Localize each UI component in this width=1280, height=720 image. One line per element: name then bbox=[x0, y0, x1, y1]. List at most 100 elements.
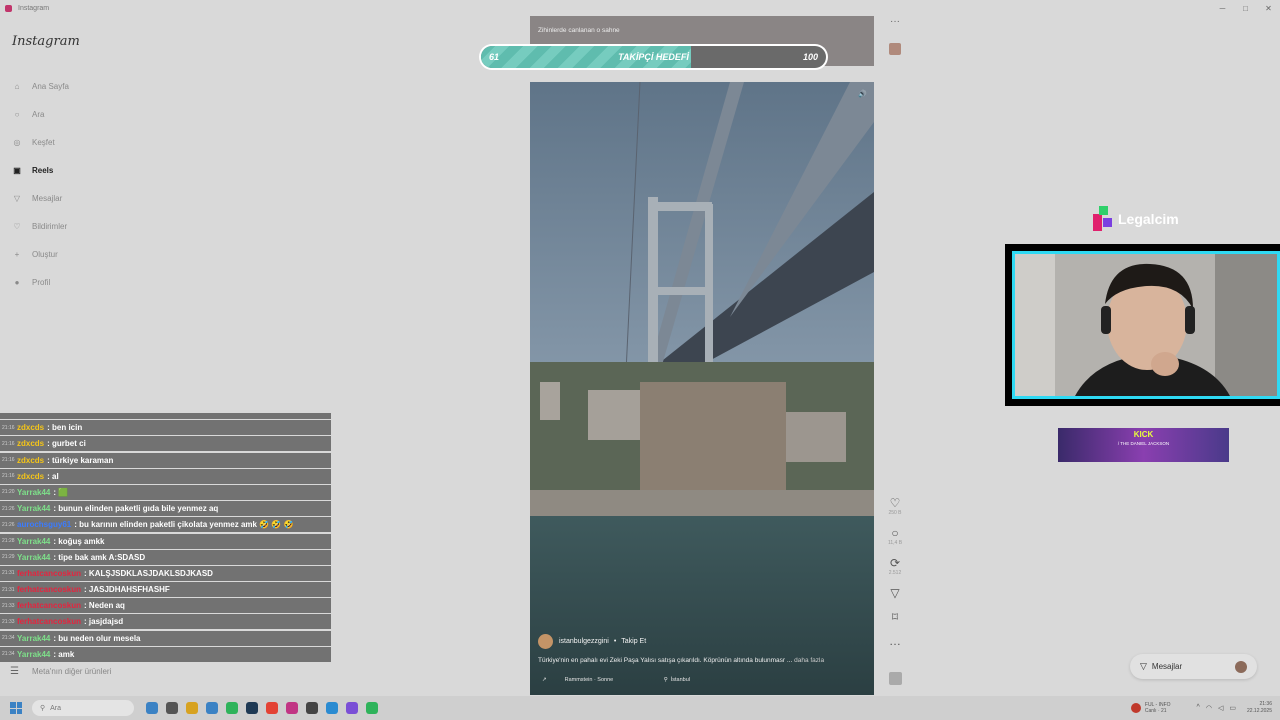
repost-icon: ⟳ bbox=[889, 556, 901, 570]
reel-audio-cover[interactable] bbox=[889, 672, 902, 685]
chat-username[interactable]: ferhatcancoskun bbox=[17, 601, 81, 610]
chat-row: 21:28 Yarrak44: koğuş amkk bbox=[0, 533, 331, 549]
chat-message: : türkiye karaman bbox=[47, 455, 114, 465]
sidebar-item-messages[interactable]: ▽ Mesajlar bbox=[10, 184, 69, 212]
chat-username[interactable]: aurochsguy61 bbox=[17, 520, 71, 529]
taskbar-app-icon[interactable] bbox=[306, 702, 318, 714]
chat-username[interactable]: ferhatcancoskun bbox=[17, 585, 81, 594]
follow-button[interactable]: Takip Et bbox=[621, 638, 646, 645]
taskbar-app-icon[interactable] bbox=[266, 702, 278, 714]
sidebar-item-home[interactable]: ⌂ Ana Sayfa bbox=[10, 72, 69, 100]
chat-message: : amk bbox=[53, 649, 75, 659]
sidebar-item-label: Oluştur bbox=[32, 249, 58, 259]
taskbar-search[interactable]: ⚲ Ara bbox=[32, 700, 134, 716]
heart-icon: ♡ bbox=[889, 496, 901, 510]
reel-info: istanbulgezzgini • Takip Et Türkiye'nin … bbox=[538, 634, 868, 664]
taskbar-app-icon[interactable] bbox=[366, 702, 378, 714]
sidebar-item-reels[interactable]: ▣ Reels bbox=[10, 156, 69, 184]
speaker-icon[interactable]: 🔊 bbox=[858, 90, 868, 98]
more-options-icon[interactable]: ··· bbox=[890, 16, 900, 27]
chat-username[interactable]: Yarrak44 bbox=[17, 650, 50, 659]
location-label[interactable]: İstanbul bbox=[671, 677, 690, 683]
sidebar-item-notifications[interactable]: ♡ Bildirimler bbox=[10, 212, 69, 240]
taskbar-app-icon[interactable] bbox=[146, 702, 158, 714]
like-count: 250 B bbox=[888, 510, 902, 516]
chat-row: 21:16 zdxcds: türkiye karaman bbox=[0, 452, 331, 468]
chat-username[interactable]: Yarrak44 bbox=[17, 537, 50, 546]
taskbar-app-icon[interactable] bbox=[166, 702, 178, 714]
caption-more-link[interactable]: daha fazla bbox=[794, 657, 824, 664]
taskbar-app-icon[interactable] bbox=[226, 702, 238, 714]
minimize-button[interactable]: ─ bbox=[1211, 0, 1234, 16]
like-action[interactable]: ♡ 250 B bbox=[885, 496, 905, 516]
volume-icon[interactable]: ◁ bbox=[1218, 704, 1223, 712]
chat-message: : tipe bak amk A:SDASD bbox=[53, 552, 146, 562]
comment-icon: ○ bbox=[891, 526, 899, 540]
chat-username[interactable]: ferhatcancoskun bbox=[17, 617, 81, 626]
clock-time: 21:36 bbox=[1259, 701, 1272, 707]
chevron-up-icon[interactable]: ^ bbox=[1197, 704, 1200, 712]
chat-row-partial bbox=[0, 413, 331, 419]
chat-row: 21:29 Yarrak44: tipe bak amk A:SDASD bbox=[0, 549, 331, 565]
reel-video[interactable]: 🔊 istanbulgezzgini • Takip Et Türkiye'ni… bbox=[530, 82, 874, 695]
taskbar-app-icon[interactable] bbox=[346, 702, 358, 714]
save-action[interactable]: ⌑ bbox=[885, 610, 905, 624]
author-username[interactable]: istanbulgezzgini bbox=[559, 638, 609, 645]
audio-thumbnail[interactable] bbox=[889, 43, 901, 55]
share-action[interactable]: ▽ bbox=[885, 586, 905, 600]
chat-timestamp: 21:29 bbox=[2, 554, 15, 561]
clock[interactable]: 21:36 22.12.2025 bbox=[1247, 701, 1272, 715]
chat-username[interactable]: ferhatcancoskun bbox=[17, 569, 81, 578]
chat-username[interactable]: Yarrak44 bbox=[17, 634, 50, 643]
menu-icon: ☰ bbox=[10, 666, 19, 677]
chat-username[interactable]: zdxcds bbox=[17, 456, 44, 465]
taskbar-app-icon[interactable] bbox=[286, 702, 298, 714]
author-avatar[interactable] bbox=[538, 634, 553, 649]
reel-author: istanbulgezzgini • Takip Et bbox=[538, 634, 868, 649]
battery-icon[interactable]: ▭ bbox=[1229, 704, 1236, 712]
sidebar-item-create[interactable]: + Oluştur bbox=[10, 240, 69, 268]
close-button[interactable]: ✕ bbox=[1257, 0, 1280, 16]
chat-username[interactable]: Yarrak44 bbox=[17, 553, 50, 562]
chat-timestamp: 21:16 bbox=[2, 424, 15, 431]
chat-username[interactable]: zdxcds bbox=[17, 472, 44, 481]
windows-start-icon[interactable] bbox=[10, 702, 22, 714]
send-icon: ▽ bbox=[1140, 661, 1147, 671]
sidebar-item-search[interactable]: ○ Ara bbox=[10, 100, 69, 128]
network-icon[interactable]: ◠ bbox=[1206, 704, 1212, 712]
comment-action[interactable]: ○ 11,4 B bbox=[885, 526, 905, 546]
reels-icon: ▣ bbox=[13, 165, 21, 175]
chat-username[interactable]: Yarrak44 bbox=[17, 488, 50, 497]
sidebar-item-explore[interactable]: ◎ Keşfet bbox=[10, 128, 69, 156]
more-action[interactable]: … bbox=[885, 634, 905, 648]
messages-button[interactable]: ▽ Mesajlar bbox=[1130, 654, 1257, 679]
weather-widget[interactable]: FUL - INFO Canlı · 21 bbox=[1130, 702, 1171, 714]
chat-message: : 🟩 bbox=[53, 487, 69, 497]
chat-username[interactable]: zdxcds bbox=[17, 439, 44, 448]
taskbar-app-icon[interactable] bbox=[186, 702, 198, 714]
search-icon: ○ bbox=[14, 109, 20, 119]
chat-timestamp: 21:31 bbox=[2, 570, 15, 577]
legalcim-mark-icon bbox=[1093, 206, 1113, 231]
chat-message: : jasjdajsd bbox=[84, 617, 124, 627]
taskbar-app-icon[interactable] bbox=[246, 702, 258, 714]
maximize-button[interactable]: □ bbox=[1234, 0, 1257, 16]
chat-username[interactable]: zdxcds bbox=[17, 423, 44, 432]
reel-footer: ↗ Rammstein · Sonne ⚲ İstanbul bbox=[542, 677, 862, 683]
taskbar-app-icon[interactable] bbox=[326, 702, 338, 714]
chat-row: 21:33 ferhatcancoskun: jasjdajsd bbox=[0, 614, 331, 630]
chat-message: : al bbox=[47, 471, 59, 481]
repost-action[interactable]: ⟳ 2.512 bbox=[885, 556, 905, 576]
follower-goal-bar: 61 TAKİPÇİ HEDEFİ 100 bbox=[479, 44, 828, 70]
plus-icon: + bbox=[14, 249, 20, 259]
chat-row: 21:16 zdxcds: ben icin bbox=[0, 420, 331, 436]
meta-products-link[interactable]: ☰ Meta'nın diğer ürünleri bbox=[10, 666, 111, 677]
chat-username[interactable]: Yarrak44 bbox=[17, 504, 50, 513]
webcam-frame bbox=[1005, 244, 1280, 406]
sidebar-item-profile[interactable]: ● Profil bbox=[10, 268, 69, 296]
instagram-logo[interactable]: Instagram bbox=[12, 34, 80, 49]
weather-icon bbox=[1130, 703, 1141, 713]
taskbar-app-icon[interactable] bbox=[206, 702, 218, 714]
window-title: Instagram bbox=[18, 4, 50, 12]
audio-track[interactable]: Rammstein · Sonne bbox=[565, 677, 614, 683]
